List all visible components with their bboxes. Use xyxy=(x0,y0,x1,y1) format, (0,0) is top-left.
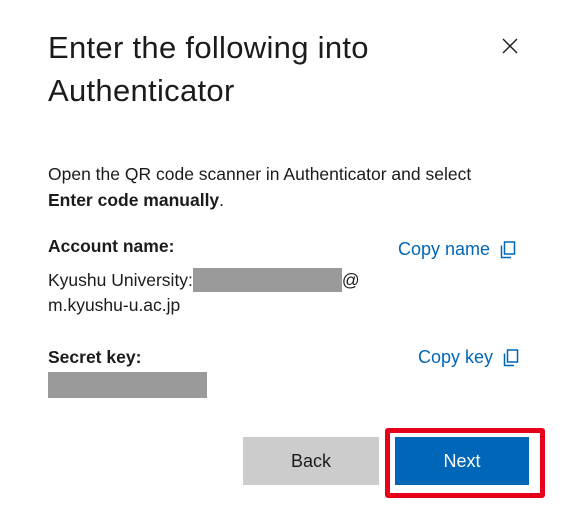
redacted-username xyxy=(192,267,342,292)
account-name-domain: m.kyushu-u.ac.jp xyxy=(48,295,181,315)
copy-name-link[interactable]: Copy name xyxy=(398,239,516,260)
instructions-bold: Enter code manually xyxy=(48,190,220,210)
dialog-title: Enter the following into Authenticator xyxy=(48,30,369,108)
instructions-prefix: Open the QR code scanner in Authenticato… xyxy=(48,164,472,184)
copy-icon xyxy=(503,348,519,366)
redacted-secret-key xyxy=(48,372,207,398)
account-name-at: @ xyxy=(341,270,360,290)
close-icon xyxy=(502,38,518,54)
account-name-label: Account name: xyxy=(48,236,175,256)
close-button[interactable] xyxy=(498,34,522,58)
instructions-text: Open the QR code scanner in Authenticato… xyxy=(48,161,518,213)
authenticator-dialog: Enter the following into Authenticator O… xyxy=(0,0,579,512)
instructions-suffix: . xyxy=(219,190,225,210)
copy-name-label: Copy name xyxy=(398,239,491,259)
copy-key-link[interactable]: Copy key xyxy=(418,347,519,368)
next-button[interactable]: Next xyxy=(395,437,529,485)
secret-key-label: Secret key: xyxy=(48,347,142,367)
copy-key-label: Copy key xyxy=(418,347,494,367)
account-name-prefix: Kyushu University: xyxy=(48,270,193,290)
account-name-value: Kyushu University: @ m.kyushu-u.ac.jp xyxy=(48,267,360,318)
back-button[interactable]: Back xyxy=(243,437,379,485)
copy-icon xyxy=(500,240,516,258)
